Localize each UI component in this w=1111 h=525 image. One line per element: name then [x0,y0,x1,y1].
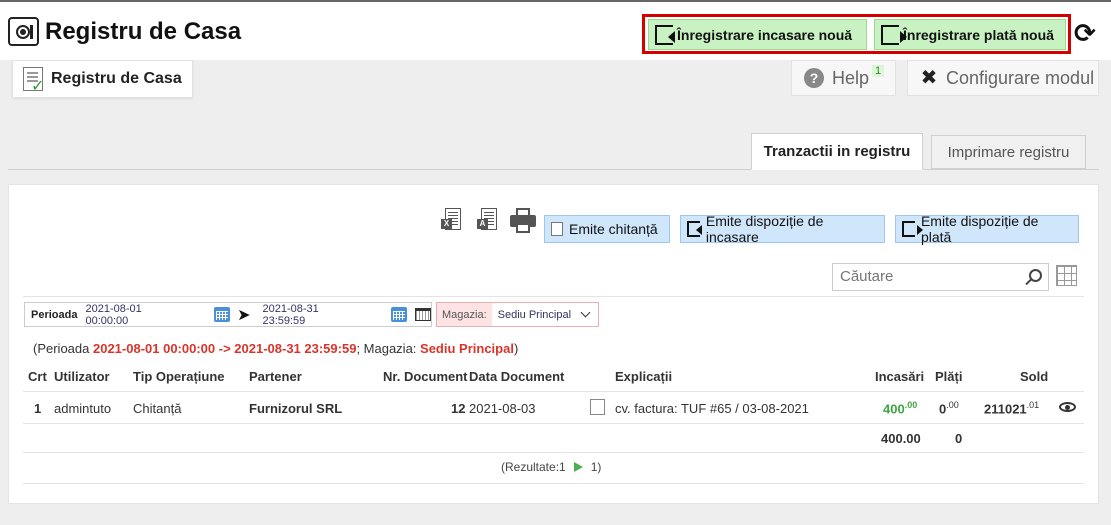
date-to-input[interactable]: 2021-08-31 23:59:59 [262,303,364,327]
col-partner: Partener [249,369,302,384]
refresh-icon[interactable]: ⟳ [1074,20,1100,46]
document-icon[interactable] [590,399,605,415]
issue-receipt-label: Emite chitanță [569,221,658,237]
wrench-icon: ✖ [920,67,938,89]
date-from-input[interactable]: 2021-08-01 00:00:00 [85,303,187,327]
col-balance: Sold [1020,369,1049,384]
new-income-label: Înregistrare incasare nouă [677,26,853,43]
income-int: 400 [883,401,905,417]
sign-out-icon [902,221,923,237]
period-filter: Perioada 2021-08-01 00:00:00 ➤ 2021-08-3… [24,302,432,327]
configure-module-button[interactable]: ✖ Configurare modul [907,60,1099,96]
pagination: (Rezultate:1 1) [501,460,601,474]
eye-icon[interactable] [1059,402,1076,412]
breadcrumb-label: Registru de Casa [51,70,182,87]
store-label: Magazia: [437,303,492,326]
calendar-icon[interactable] [214,307,231,322]
col-payment: Plăți [935,369,963,384]
issue-payment-order-button[interactable]: Emite dispoziție de plată [895,213,1079,245]
sign-out-icon [881,24,907,45]
new-entry-actions: Înregistrare incasare nouă Înregistrare … [642,14,1071,54]
cell-doc-no: 12 [451,401,466,416]
sign-in-icon [655,24,675,45]
month-picker-icon[interactable] [415,308,431,321]
issue-payment-order-label: Emite dispoziție de plată [920,213,1039,245]
search-field [832,263,1049,291]
receipt-doc-icon [551,222,563,236]
col-explanation: Explicații [615,369,673,384]
breadcrumb[interactable]: Registru de Casa [12,60,193,98]
page-title: Registru de Casa [45,18,242,45]
cell-user: admintuto [54,401,112,416]
col-doc-no: Nr. Document [383,369,468,384]
cell-partner: Furnizorul SRL [249,401,343,416]
print-icon[interactable] [510,208,536,234]
next-page-icon[interactable] [573,462,583,472]
summary-mid: ; Magazia: [356,341,421,356]
row-divider [23,483,1084,484]
total-payment: 0 [955,431,963,446]
pdf-export-icon[interactable]: A [477,208,499,234]
balance-int: 211021 [984,401,1027,417]
cell-doc-date: 2021-08-03 [469,401,536,416]
summary-prefix: (Perioada [33,341,93,356]
col-user: Utilizator [54,369,110,384]
new-payment-label: Înregistrare plată nouă [903,26,1054,43]
col-income: Incasări [875,369,925,384]
register-doc-icon [23,67,44,96]
search-input[interactable] [840,268,1010,285]
summary-store: Sediu Principal [420,341,514,356]
columns-grid-icon[interactable] [1056,265,1077,286]
new-income-button[interactable]: Înregistrare incasare nouă [648,19,867,50]
tab-print-register[interactable]: Imprimare registru [931,135,1086,169]
col-crt: Crt [28,369,47,384]
cell-explanation: cv. factura: TUF #65 / 03-08-2021 [615,401,809,416]
help-label: Help [832,67,870,88]
safe-icon [8,17,39,46]
total-income: 400.00 [881,431,921,446]
row-divider [23,423,1084,424]
tabs-divider [8,169,1099,170]
sign-in-icon [687,221,702,237]
issue-receipt-button[interactable]: Emite chitanță [544,215,670,243]
period-label: Perioada [31,308,78,321]
balance-dec: .01 [1026,400,1040,410]
chevron-down-icon [580,307,591,318]
help-button[interactable]: ? Help 1 [791,60,896,96]
cell-type: Chitanță [133,401,182,416]
issue-income-order-label: Emite dispoziție de incasare [705,213,824,245]
filter-summary: (Perioada 2021-08-01 00:00:00 -> 2021-08… [33,341,518,356]
col-doc-date: Data Document [469,369,565,384]
top-bar: Registru de Casa Înregistrare incasare n… [0,0,1111,60]
row-divider [23,452,1084,453]
filter-divider [23,296,1084,297]
summary-suffix: ) [513,341,519,356]
summary-period: 2021-08-01 00:00:00 -> 2021-08-31 23:59:… [92,341,357,356]
cell-crt: 1 [34,401,42,416]
cell-payment: 0.00 [939,400,959,416]
store-select[interactable]: Magazia: Sediu Principal [436,302,599,327]
help-badge: 1 [872,65,885,77]
row-divider [23,391,1084,392]
store-value: Sediu Principal [497,308,572,321]
tab-transactions[interactable]: Tranzactii in registru [751,133,923,170]
new-payment-button[interactable]: Înregistrare plată nouă [874,19,1066,50]
col-type: Tip Operațiune [133,369,225,384]
search-icon[interactable] [1029,269,1042,282]
results-count: (Rezultate:1 [501,460,566,474]
cell-balance: 211021.01 [984,400,1039,416]
arrow-right-icon: ➤ [237,306,251,324]
page-number: 1) [590,460,602,474]
cell-income: 400.00 [883,400,917,416]
calendar-icon[interactable] [391,307,408,322]
payment-dec: .00 [946,400,959,410]
issue-income-order-button[interactable]: Emite dispoziție de incasare [680,213,885,245]
configure-label: Configurare modul [946,67,1095,88]
excel-export-icon[interactable]: X [441,208,463,234]
income-dec: .00 [904,400,918,410]
question-icon: ? [804,68,824,88]
